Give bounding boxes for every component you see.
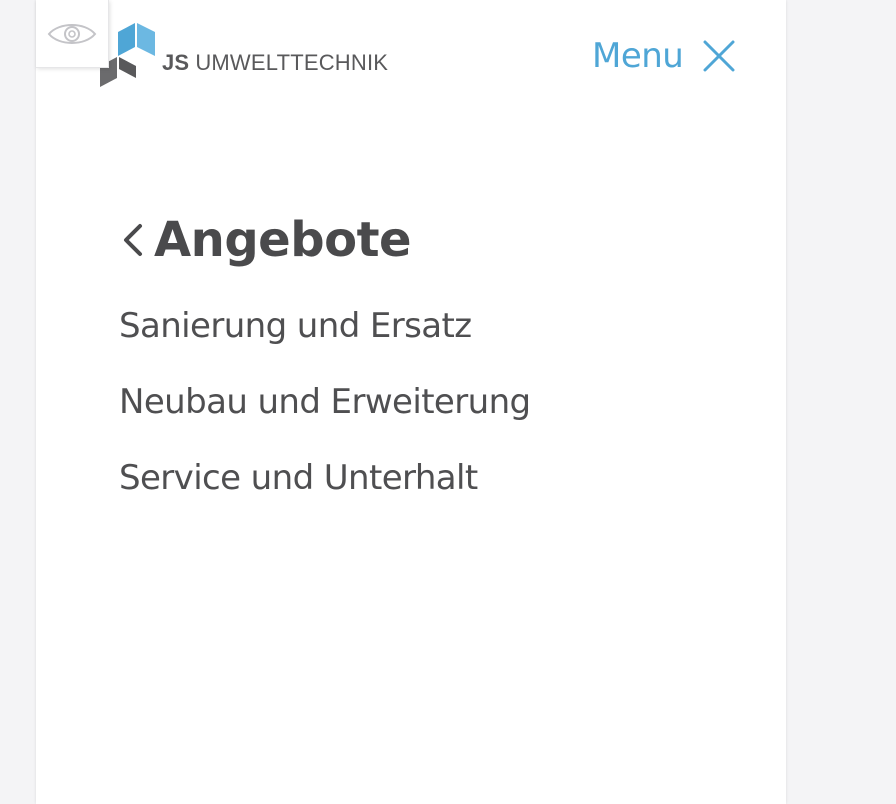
close-icon	[703, 40, 735, 72]
chevron-left-icon	[124, 224, 142, 256]
nav-item-service[interactable]: Service und Unterhalt	[119, 454, 531, 530]
brand-name: JS UMWELTTECHNIK	[162, 50, 388, 76]
menu-close-button[interactable]: Menu	[592, 34, 735, 78]
menu-label: Menu	[592, 36, 684, 76]
brand-logo[interactable]: JS UMWELTTECHNIK	[98, 22, 388, 88]
accessibility-toggle-button[interactable]	[36, 0, 109, 68]
eye-icon	[47, 23, 97, 44]
brand-name-rest: UMWELTTECHNIK	[195, 50, 389, 75]
list-item: Service und Unterhalt	[119, 454, 531, 530]
brand-name-bold: JS	[162, 50, 190, 75]
submenu-list: Sanierung und Ersatz Neubau und Erweiter…	[119, 302, 531, 530]
section-title: Angebote	[154, 212, 412, 268]
nav-item-neubau[interactable]: Neubau und Erweiterung	[119, 378, 531, 454]
list-item: Sanierung und Ersatz	[119, 302, 531, 378]
back-to-main-menu[interactable]: Angebote	[120, 208, 412, 272]
nav-item-sanierung[interactable]: Sanierung und Ersatz	[119, 302, 531, 378]
list-item: Neubau und Erweiterung	[119, 378, 531, 454]
